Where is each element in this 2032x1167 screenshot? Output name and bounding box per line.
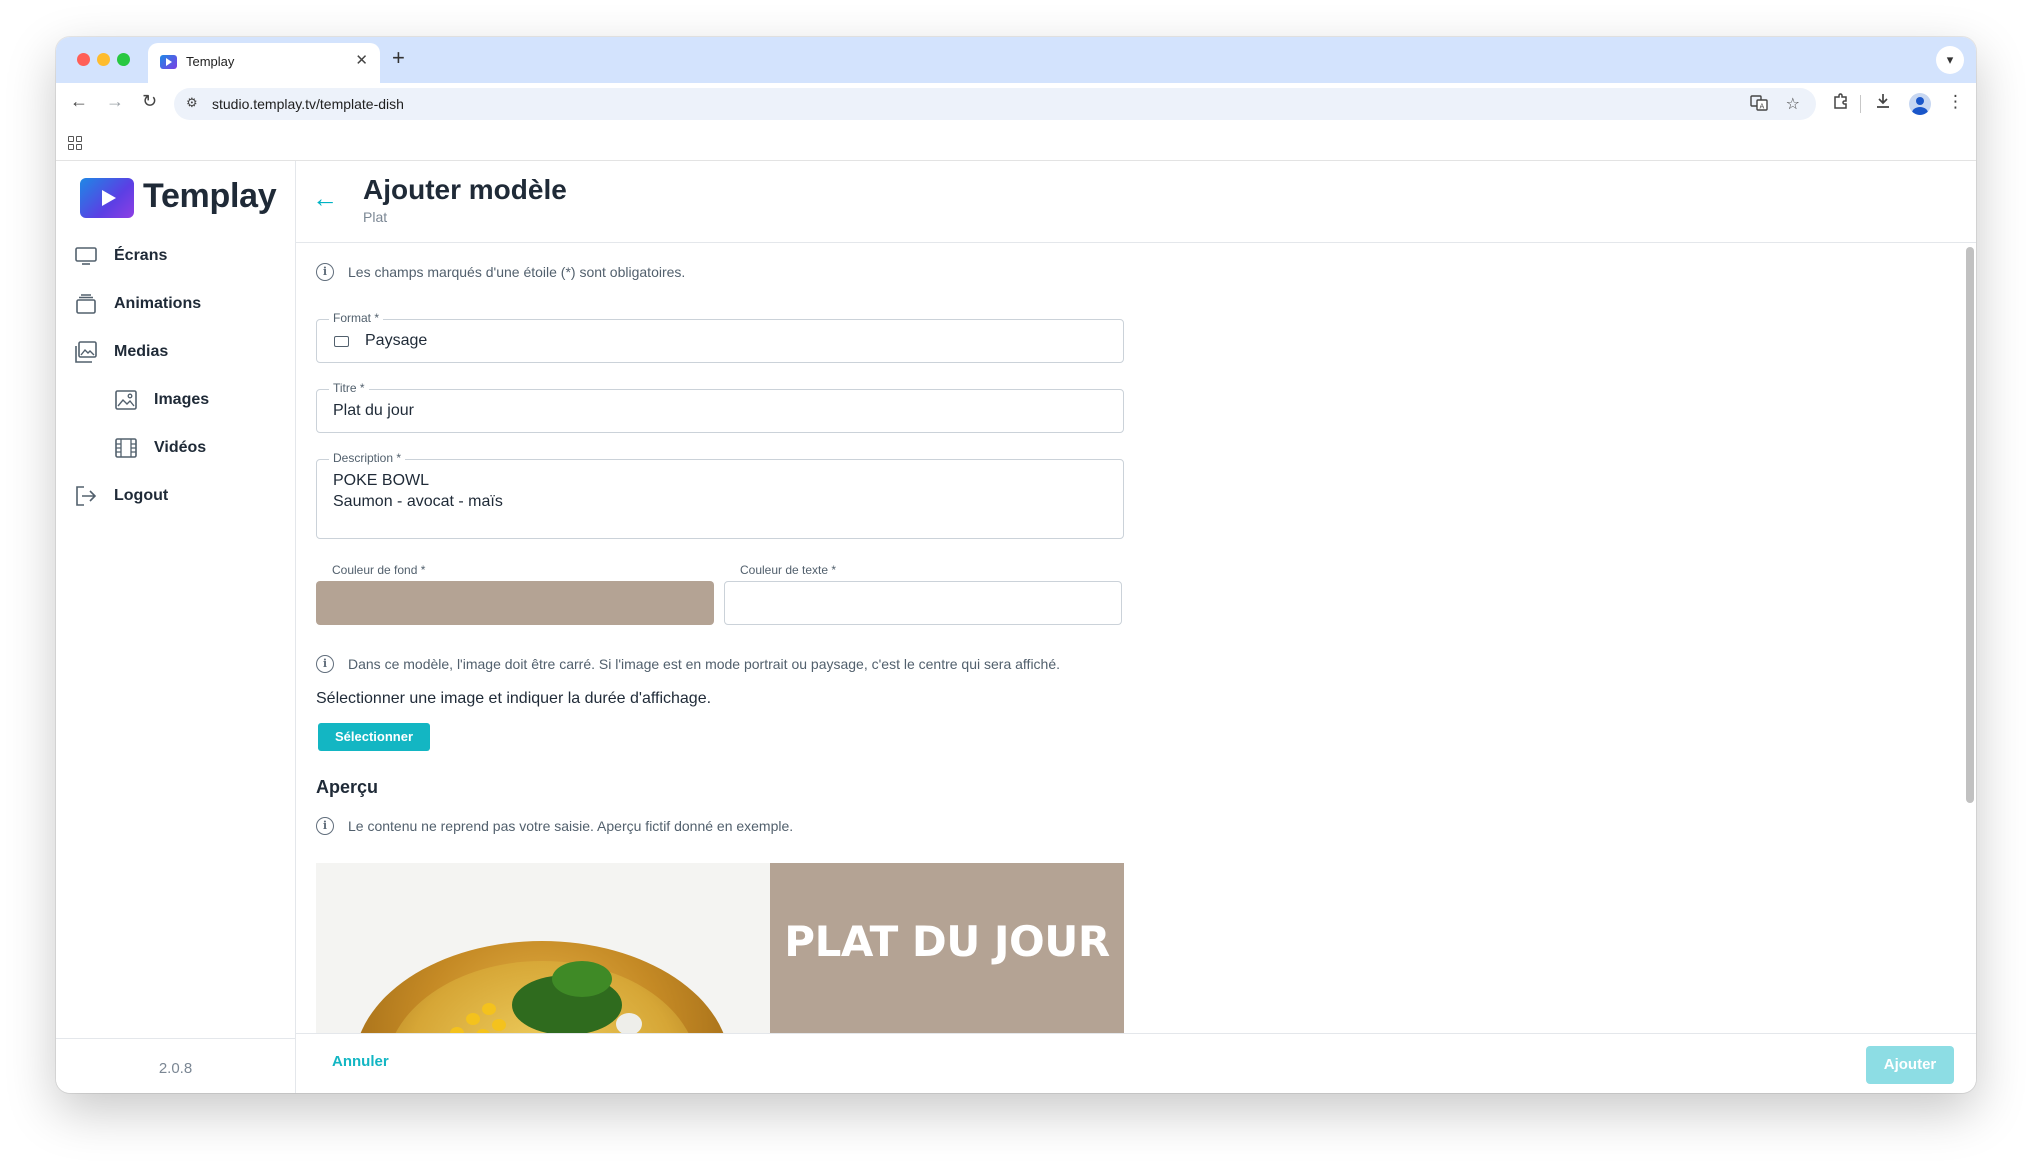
preview-title: Aperçu	[316, 777, 379, 797]
description-line-2: Saumon - avocat - maïs	[333, 493, 503, 510]
close-window-button[interactable]	[77, 53, 90, 66]
sidebar-item-label: Logout	[114, 487, 169, 504]
description-textarea[interactable]: Description * POKE BOWL Saumon - avocat …	[316, 451, 1124, 539]
sidebar-item-images[interactable]: Images	[114, 385, 209, 415]
sidebar-item-animations[interactable]: Animations	[74, 289, 201, 319]
site-settings-icon[interactable]: ⚙	[186, 95, 198, 111]
kebab-menu-icon[interactable]: ⋮	[1947, 92, 1964, 112]
content-scrollbar[interactable]	[1966, 247, 1974, 803]
text-color-picker[interactable]	[724, 581, 1122, 625]
info-icon: i	[316, 817, 334, 835]
sidebar-divider	[56, 1038, 295, 1039]
browser-tab[interactable]: Templay ✕	[148, 43, 380, 83]
bg-color-label: Couleur de fond *	[332, 563, 426, 577]
corn-kernel	[466, 1013, 480, 1025]
info-icon: i	[316, 655, 334, 673]
logout-icon	[74, 484, 98, 508]
bg-color-picker[interactable]	[316, 581, 714, 625]
description-line-1: POKE BOWL	[333, 472, 430, 489]
gallery-icon	[74, 340, 98, 364]
sidebar-item-ecrans[interactable]: Écrans	[74, 241, 167, 271]
onion-slice	[616, 1013, 642, 1033]
title-label: Titre *	[329, 381, 369, 395]
preview-heading: PLAT DU JOUR	[784, 917, 1110, 966]
url-text[interactable]: studio.templay.tv/template-dish	[212, 96, 404, 112]
svg-text:A: A	[1760, 103, 1765, 111]
cancel-button[interactable]: Annuler	[332, 1053, 389, 1070]
format-label: Format *	[329, 311, 384, 325]
address-bar[interactable]: ⚙ studio.templay.tv/template-dish A ☆	[174, 88, 1816, 120]
description-label: Description *	[329, 451, 406, 465]
translate-icon[interactable]: A	[1750, 94, 1768, 117]
templay-logo-icon[interactable]	[80, 178, 134, 218]
tab-search-chevron-icon[interactable]: ▾	[1936, 46, 1964, 74]
browser-toolbar: ← → ↻ ⚙ studio.templay.tv/template-dish …	[56, 83, 1976, 125]
format-select[interactable]: Format * Paysage	[316, 311, 1124, 363]
sidebar-item-label: Medias	[114, 343, 169, 360]
sidebar-item-label: Images	[154, 391, 210, 408]
form-footer: Annuler Ajouter	[296, 1033, 1976, 1093]
seaweed-salad-top	[552, 961, 612, 997]
landscape-format-icon	[334, 336, 349, 347]
apps-grid-icon[interactable]	[68, 136, 82, 150]
page-title: Ajouter modèle	[363, 174, 567, 205]
image-notice-text: Dans ce modèle, l'image doit être carré.…	[348, 656, 1061, 672]
select-image-button[interactable]: Sélectionner	[318, 723, 430, 751]
sidebar-item-label: Animations	[114, 295, 202, 312]
title-value: Plat du jour	[333, 402, 414, 419]
select-image-prompt: Sélectionner une image et indiquer la du…	[316, 690, 712, 707]
download-icon[interactable]	[1874, 92, 1892, 115]
corn-kernel	[492, 1019, 506, 1031]
back-arrow-icon[interactable]: ←	[312, 183, 338, 214]
monitor-icon	[74, 244, 98, 268]
browser-window: Templay ✕ + ▾ ← → ↻ ⚙ studio.templay.tv/…	[56, 37, 1976, 1093]
title-input[interactable]: Titre * Plat du jour	[316, 381, 1124, 433]
corn-kernel	[482, 1003, 496, 1015]
profile-avatar-icon[interactable]	[1909, 93, 1931, 115]
page-subtitle: Plat	[363, 209, 388, 225]
tab-title: Templay	[186, 54, 235, 69]
page-header: ← Ajouter modèle Plat	[296, 161, 1976, 243]
minimize-window-button[interactable]	[97, 53, 110, 66]
sidebar: Templay Écrans Animations Medias Images …	[56, 161, 296, 1093]
tab-strip: Templay ✕ + ▾	[56, 37, 1976, 83]
sidebar-item-videos[interactable]: Vidéos	[114, 433, 206, 463]
required-notice-text: Les champs marqués d'une étoile (*) sont…	[348, 264, 686, 280]
brand-name[interactable]: Templay	[143, 177, 277, 216]
preview-notice: i Le contenu ne reprend pas votre saisie…	[316, 817, 793, 835]
image-notice: i Dans ce modèle, l'image doit être carr…	[316, 655, 1060, 673]
close-tab-icon[interactable]: ✕	[355, 51, 368, 69]
forward-icon[interactable]: →	[106, 91, 124, 112]
sidebar-item-medias[interactable]: Medias	[74, 337, 168, 367]
app-version: 2.0.8	[158, 1060, 193, 1077]
add-button[interactable]: Ajouter	[1866, 1046, 1954, 1084]
sidebar-item-label: Écrans	[114, 247, 168, 264]
toolbar-divider	[1860, 95, 1861, 113]
new-tab-icon[interactable]: +	[392, 45, 405, 71]
info-icon: i	[316, 263, 334, 281]
format-value: Paysage	[365, 332, 428, 349]
required-notice: i Les champs marqués d'une étoile (*) so…	[316, 263, 685, 281]
templay-app: Templay Écrans Animations Medias Images …	[56, 161, 1976, 1093]
sidebar-item-label: Vidéos	[154, 439, 207, 456]
template-preview: PLAT DU JOUR	[316, 863, 1124, 1033]
main-panel: ← Ajouter modèle Plat i Les champs marqu…	[296, 161, 1976, 1093]
layers-icon	[74, 292, 98, 316]
text-color-label: Couleur de texte *	[740, 563, 837, 577]
extensions-puzzle-icon[interactable]	[1832, 92, 1850, 115]
bookmarks-bar	[56, 125, 1976, 161]
sidebar-item-logout[interactable]: Logout	[74, 481, 168, 511]
form-content: i Les champs marqués d'une étoile (*) so…	[296, 243, 1976, 1033]
reload-icon[interactable]: ↻	[142, 91, 157, 112]
film-icon	[114, 436, 138, 460]
image-icon	[114, 388, 138, 412]
maximize-window-button[interactable]	[117, 53, 130, 66]
templay-favicon-icon	[160, 55, 177, 69]
preview-notice-text: Le contenu ne reprend pas votre saisie. …	[348, 818, 794, 834]
preview-color-panel: PLAT DU JOUR	[770, 863, 1124, 1033]
back-icon[interactable]: ←	[70, 91, 88, 112]
poke-bowl-photo	[316, 863, 770, 1033]
bookmark-star-icon[interactable]: ☆	[1786, 94, 1800, 114]
